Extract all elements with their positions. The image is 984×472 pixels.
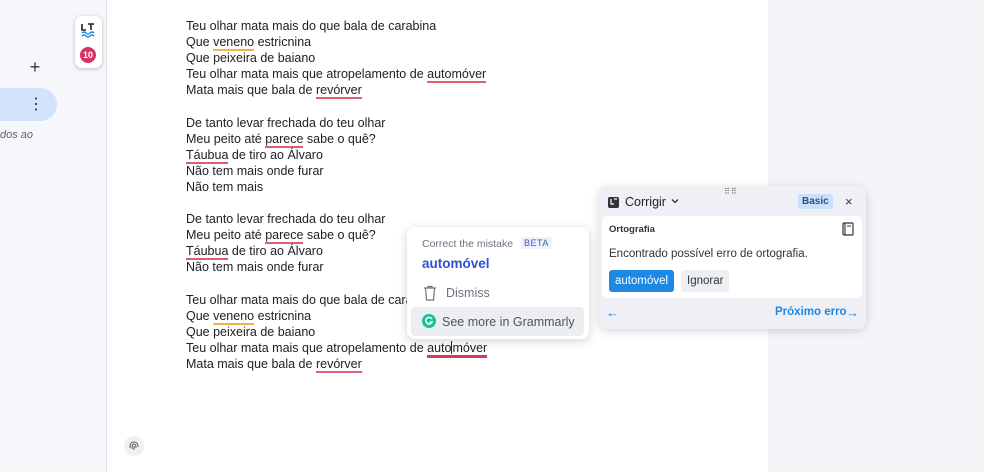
flagged-word[interactable]: Táubua — [186, 147, 229, 164]
active-flagged-word[interactable]: automóver — [427, 340, 488, 358]
text-line: Mata mais que bala de revórver — [186, 82, 487, 100]
text-line: Táubua de tiro ao Álvaro — [186, 147, 487, 164]
languagetool-logo-icon — [608, 197, 619, 208]
ignore-button[interactable]: Ignorar — [681, 270, 730, 292]
text-line: Que veneno estricnina — [186, 34, 487, 52]
chevron-down-icon[interactable] — [670, 196, 680, 206]
grammarly-header: Correct the mistake — [422, 238, 514, 250]
text-segment: estricnina — [254, 308, 312, 323]
dictionary-icon[interactable] — [842, 222, 854, 236]
text-segment: Mata mais que bala de — [186, 356, 316, 371]
text-segment: sabe o quê? — [303, 131, 376, 146]
close-icon[interactable]: × — [845, 194, 853, 209]
flagged-word[interactable]: Táubua — [186, 244, 229, 261]
more-options-icon[interactable]: ⋮ — [28, 96, 44, 114]
suggestion-button[interactable]: automóvel — [609, 270, 675, 292]
text-line: De tanto levar frechada do teu olhar — [186, 115, 386, 130]
text-line: Meu peito até parece sabe o quê? — [186, 131, 487, 148]
sidebar-truncated-text: dos ao — [0, 129, 34, 141]
text-segment: móver — [452, 340, 488, 355]
error-count-badge: 10 — [80, 47, 96, 63]
languagetool-logo-icon — [81, 23, 95, 38]
flagged-word[interactable]: parece — [265, 131, 304, 148]
flagged-word[interactable]: revórver — [315, 356, 362, 373]
text-segment: Meu peito até — [186, 228, 266, 243]
next-error-arrow-icon[interactable]: → — [846, 305, 859, 320]
see-more-button[interactable]: See more in Grammarly — [411, 307, 584, 336]
see-more-label: See more in Grammarly — [442, 315, 575, 329]
text-segment: de tiro ao Álvaro — [228, 147, 323, 162]
text-line: De tanto levar frechada do teu olhar — [186, 212, 386, 227]
grammarly-popup: Correct the mistake BETA automóvel Dismi… — [407, 227, 589, 339]
dismiss-label: Dismiss — [446, 286, 490, 300]
text-segment: sabe o quê? — [303, 228, 376, 243]
text-segment: Mata mais que bala de — [186, 83, 316, 98]
text-line: Teu olhar mata mais que atropelamento de… — [186, 340, 488, 358]
flagged-word[interactable]: revórver — [315, 83, 362, 100]
text-line: Mata mais que bala de revórver — [186, 356, 487, 373]
error-message: Encontrado possível erro de ortografia. — [609, 248, 808, 260]
text-segment: estricnina — [254, 35, 312, 50]
languagetool-panel: ⠿⠿ Corrigir Basic × Ortografia Encontrad… — [599, 186, 866, 329]
text-segment: Teu olhar mata mais que atropelamento de — [186, 67, 428, 82]
text-segment: Meu peito até — [186, 131, 266, 146]
left-panel: + ⋮ dos ao 10 — [0, 0, 106, 472]
flagged-word[interactable]: veneno — [213, 308, 255, 325]
trash-icon — [424, 285, 436, 301]
flagged-word[interactable]: veneno — [213, 35, 255, 52]
text-segment: de tiro ao Álvaro — [228, 244, 323, 259]
drag-handle-icon[interactable]: ⠿⠿ — [724, 188, 738, 196]
beta-badge: BETA — [521, 237, 552, 249]
languagetool-badge[interactable]: 10 — [75, 16, 102, 68]
text-segment: auto — [427, 340, 452, 355]
fingerprint-icon[interactable] — [124, 436, 144, 456]
text-segment: Que — [186, 35, 214, 50]
add-button[interactable]: + — [26, 57, 44, 77]
grammarly-suggestion[interactable]: automóvel — [422, 256, 490, 271]
text-line: Teu olhar mata mais que atropelamento de… — [186, 66, 487, 84]
text-line: Não tem mais onde furar — [186, 163, 324, 178]
flagged-word[interactable]: parece — [265, 228, 304, 245]
plan-badge: Basic — [798, 194, 833, 209]
next-error-button[interactable]: Próximo erro — [775, 306, 847, 318]
text-line: Que peixeira de baiano — [186, 51, 316, 66]
correct-dropdown[interactable]: Corrigir — [625, 195, 666, 209]
error-card: Ortografia Encontrado possível erro de o… — [602, 216, 862, 298]
grammarly-logo-icon — [422, 314, 436, 328]
text-line: Não tem mais — [186, 179, 264, 194]
text-segment: Teu olhar mata mais que atropelamento de — [186, 340, 428, 355]
error-category: Ortografia — [609, 224, 655, 235]
flagged-word[interactable]: automóver — [427, 67, 487, 84]
previous-error-arrow-icon[interactable]: ← — [606, 305, 619, 320]
text-line: Teu olhar mata mais do que bala de carab… — [186, 19, 437, 33]
text-segment: Que — [186, 308, 214, 323]
dismiss-button[interactable]: Dismiss — [411, 280, 585, 306]
